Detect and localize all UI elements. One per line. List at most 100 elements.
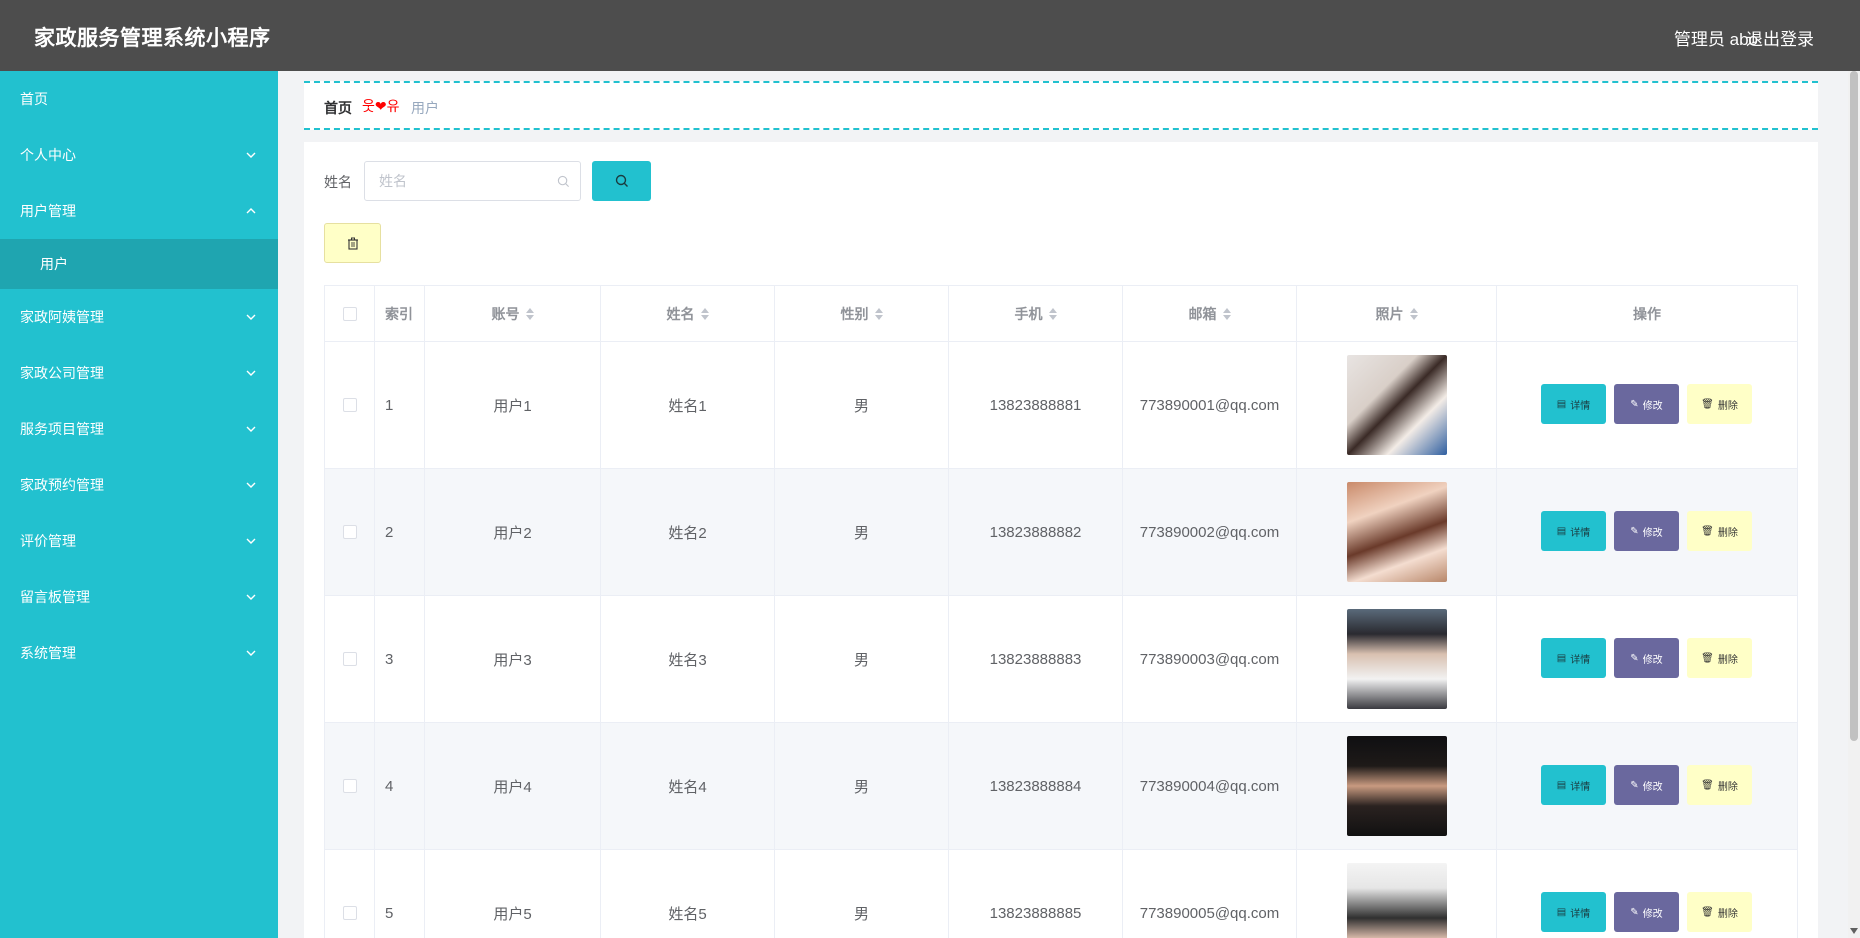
cell-account: 用户4 [425, 723, 601, 849]
header-ops-label: 操作 [1633, 305, 1661, 322]
header-gender-label: 性别 [840, 305, 869, 322]
scrollbar-thumb[interactable] [1850, 71, 1858, 741]
sort-icon[interactable] [525, 307, 534, 321]
row-checkbox[interactable] [342, 652, 357, 666]
row-checkbox[interactable] [342, 525, 357, 539]
user-photo[interactable] [1346, 609, 1447, 709]
row-checkbox[interactable] [342, 398, 357, 412]
table-row: 2 用户2 姓名2 男 13823888882 773890002@qq.com… [325, 469, 1797, 596]
logout-link[interactable]: 退出登录 [1746, 25, 1814, 50]
sidebar-item-company-management[interactable]: 家政公司管理 [0, 345, 278, 401]
app-title: 家政服务管理系统小程序 [34, 27, 271, 50]
delete-button[interactable]: 🗑 删除 [1687, 765, 1752, 805]
delete-button[interactable]: 🗑 删除 [1687, 384, 1752, 424]
sidebar-item-system-management[interactable]: 系统管理 [0, 625, 278, 681]
sidebar-item-label: 家政预约管理 [20, 477, 104, 493]
table-row: 4 用户4 姓名4 男 13823888884 773890004@qq.com… [325, 723, 1797, 850]
sidebar-item-service-management[interactable]: 服务项目管理 [0, 401, 278, 457]
trash-icon: 🗑 [1701, 398, 1714, 410]
sidebar-item-label: 评价管理 [20, 533, 76, 549]
cell-gender: 男 [775, 342, 949, 468]
page-scrollbar[interactable] [1848, 71, 1860, 938]
edit-button[interactable]: ✎ 修改 [1614, 638, 1679, 678]
sidebar-item-label: 系统管理 [20, 645, 76, 661]
header-gender[interactable]: 性别 [775, 286, 949, 341]
sort-icon[interactable] [700, 307, 709, 321]
sidebar-item-label: 服务项目管理 [20, 421, 104, 437]
top-header: 家政服务管理系统小程序 管理员 abo 退出登录 [0, 0, 1860, 71]
detail-button[interactable]: ▤ 详情 [1541, 892, 1606, 932]
user-photo[interactable] [1346, 863, 1447, 938]
cell-name: 姓名1 [601, 342, 775, 468]
sort-icon[interactable] [1409, 307, 1418, 321]
delete-button[interactable]: 🗑 删除 [1687, 892, 1752, 932]
detail-button[interactable]: ▤ 详情 [1541, 765, 1606, 805]
detail-icon: ▤ [1556, 906, 1567, 918]
sort-icon[interactable] [1048, 307, 1057, 321]
delete-button[interactable]: 🗑 删除 [1687, 511, 1752, 551]
detail-button[interactable]: ▤ 详情 [1541, 638, 1606, 678]
row-checkbox[interactable] [342, 779, 357, 793]
cell-name: 姓名2 [601, 469, 775, 595]
user-photo[interactable] [1346, 355, 1447, 455]
chevron-down-icon [246, 370, 256, 376]
header-name[interactable]: 姓名 [601, 286, 775, 341]
edit-button[interactable]: ✎ 修改 [1614, 765, 1679, 805]
user-photo[interactable] [1346, 482, 1447, 582]
sidebar-item-review-management[interactable]: 评价管理 [0, 513, 278, 569]
header-phone[interactable]: 手机 [949, 286, 1123, 341]
cell-gender: 男 [775, 596, 949, 722]
header-select-all [325, 286, 375, 341]
pencil-icon: ✎ [1630, 779, 1639, 791]
cell-index: 2 [375, 469, 425, 595]
sidebar-item-personal-center[interactable]: 个人中心 [0, 127, 278, 183]
cell-index: 3 [375, 596, 425, 722]
cell-index: 5 [375, 850, 425, 938]
header-photo[interactable]: 照片 [1297, 286, 1497, 341]
users-table: 索引 账号 姓名 性别 手机 邮箱 照片 操作 1 用户1 姓名1 男 1382… [324, 285, 1798, 938]
select-all-checkbox[interactable] [342, 306, 357, 321]
pencil-icon: ✎ [1630, 398, 1639, 410]
cell-gender: 男 [775, 469, 949, 595]
sidebar-item-home[interactable]: 首页 [0, 71, 278, 127]
batch-delete-button[interactable] [324, 223, 381, 263]
chevron-down-icon [246, 482, 256, 488]
detail-button[interactable]: ▤ 详情 [1541, 511, 1606, 551]
header-email[interactable]: 邮箱 [1123, 286, 1297, 341]
scroll-down-icon[interactable] [1850, 928, 1858, 934]
breadcrumb-home[interactable]: 首页 [324, 98, 352, 118]
detail-icon: ▤ [1556, 652, 1567, 664]
sort-icon[interactable] [874, 307, 883, 321]
header-account[interactable]: 账号 [425, 286, 601, 341]
chevron-down-icon [246, 314, 256, 320]
header-index: 索引 [375, 286, 425, 341]
cell-email: 773890004@qq.com [1123, 723, 1297, 849]
edit-button[interactable]: ✎ 修改 [1614, 892, 1679, 932]
cell-email: 773890003@qq.com [1123, 596, 1297, 722]
edit-button[interactable]: ✎ 修改 [1614, 511, 1679, 551]
sidebar-item-label: 家政公司管理 [20, 365, 104, 381]
header-photo-label: 照片 [1375, 305, 1404, 322]
pencil-icon: ✎ [1630, 906, 1639, 918]
cell-email: 773890002@qq.com [1123, 469, 1297, 595]
sort-icon[interactable] [1222, 307, 1231, 321]
pencil-icon: ✎ [1630, 652, 1639, 664]
detail-button[interactable]: ▤ 详情 [1541, 384, 1606, 424]
cell-account: 用户1 [425, 342, 601, 468]
sidebar-item-message-board[interactable]: 留言板管理 [0, 569, 278, 625]
header-index-label: 索引 [385, 305, 413, 322]
cell-email: 773890001@qq.com [1123, 342, 1297, 468]
delete-button[interactable]: 🗑 删除 [1687, 638, 1752, 678]
sidebar-item-booking-management[interactable]: 家政预约管理 [0, 457, 278, 513]
user-photo[interactable] [1346, 736, 1447, 836]
sidebar-item-housekeeper-management[interactable]: 家政阿姨管理 [0, 289, 278, 345]
row-checkbox[interactable] [342, 906, 357, 920]
search-button[interactable] [592, 161, 651, 201]
sidebar-item-user-management[interactable]: 用户管理 [0, 183, 278, 239]
edit-button[interactable]: ✎ 修改 [1614, 384, 1679, 424]
sidebar-subitem-users[interactable]: 用户 [0, 239, 278, 289]
name-search-input[interactable] [365, 162, 580, 200]
detail-icon: ▤ [1556, 525, 1567, 537]
trash-icon: 🗑 [1701, 779, 1714, 791]
cell-account: 用户2 [425, 469, 601, 595]
